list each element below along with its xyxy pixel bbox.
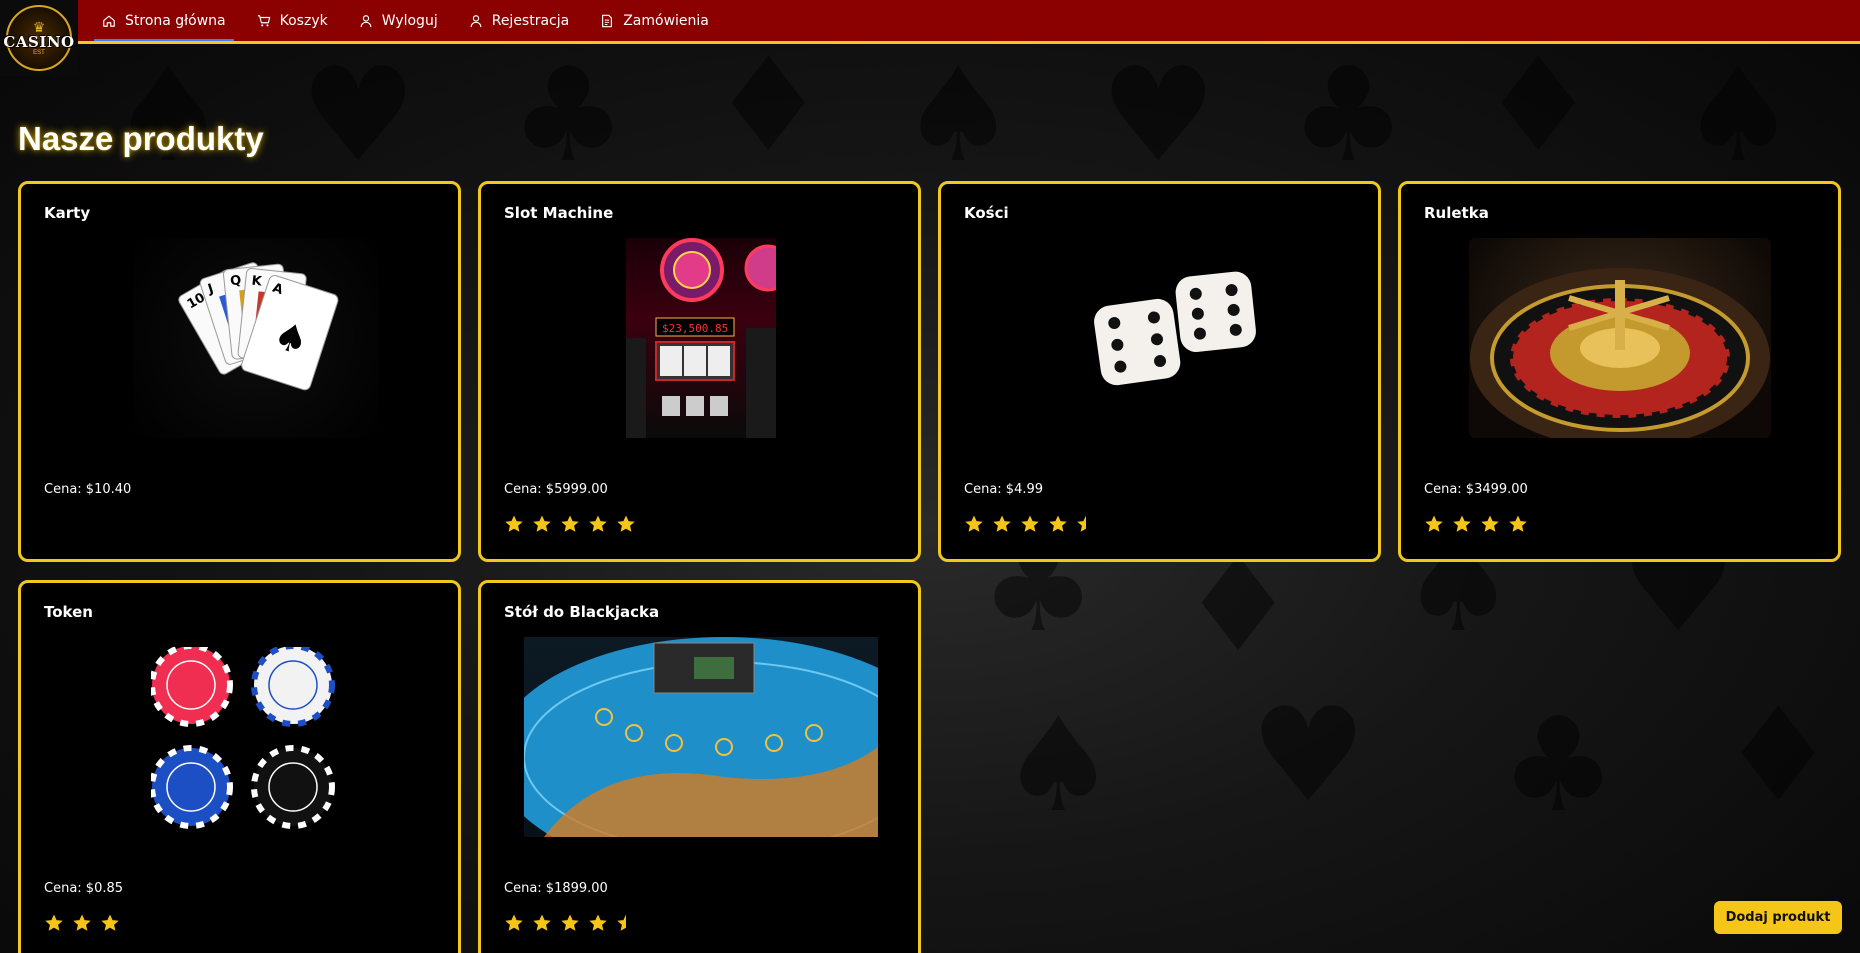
nav-item-logout[interactable]: Wyloguj [351, 0, 446, 41]
home-icon [103, 15, 115, 27]
product-card[interactable]: Ruletka Cena: $3499.00 [1398, 181, 1841, 562]
add-product-button[interactable]: Dodaj produkt [1714, 901, 1842, 934]
product-name: Karty [44, 204, 91, 222]
user-icon [360, 14, 372, 27]
star-icon [993, 515, 1011, 532]
star-icon [589, 914, 607, 931]
star-icon [1453, 515, 1471, 532]
star-icon [533, 515, 551, 532]
logo-badge: ♛ CASINO EST [3, 5, 75, 71]
star-icon [965, 515, 983, 532]
product-name: Token [44, 603, 93, 621]
rating-stars [504, 913, 636, 933]
product-price: Cena: $1899.00 [504, 881, 608, 896]
star-icon [1509, 515, 1527, 532]
product-card[interactable]: Token Cena: $0.85 [18, 580, 461, 953]
star-icon [45, 914, 63, 931]
casino-chips-image [151, 647, 351, 837]
nav-item-orders[interactable]: Zamówienia [592, 0, 717, 41]
nav-label: Wyloguj [381, 12, 438, 29]
crown-icon: ♛ [32, 18, 46, 35]
page-title: Nasze produkty [18, 120, 264, 157]
blackjack-table-image [524, 637, 878, 837]
star-icon [1049, 515, 1067, 532]
half-star-icon [617, 914, 626, 931]
star-icon [1481, 515, 1499, 532]
product-price: Cena: $10.40 [44, 482, 132, 497]
star-icon [589, 515, 607, 532]
star-icon [505, 515, 523, 532]
product-price: Cena: $3499.00 [1424, 482, 1528, 497]
cart-icon [257, 14, 270, 26]
nav-label: Strona główna [125, 12, 226, 29]
star-icon [561, 914, 579, 931]
document-icon [602, 14, 613, 27]
star-icon [73, 914, 91, 931]
casino-logo[interactable]: ♛ CASINO EST [0, 0, 78, 76]
star-icon [101, 914, 119, 931]
nav-item-cart[interactable]: Koszyk [249, 0, 336, 41]
nav-item-register[interactable]: Rejestracja [461, 0, 578, 41]
product-name: Ruletka [1424, 204, 1489, 222]
star-icon [1425, 515, 1443, 532]
star-icon [533, 914, 551, 931]
half-star-icon [1077, 515, 1086, 532]
top-navbar: Strona główna Koszyk Wyloguj Rejestracja… [0, 0, 1860, 44]
logo-text: CASINO [3, 32, 75, 51]
nav-items: Strona główna Koszyk Wyloguj Rejestracja… [94, 0, 732, 41]
slot-machine-image: $23,500.85 [626, 238, 776, 438]
product-name: Slot Machine [504, 204, 614, 222]
product-price: Cena: $5999.00 [504, 482, 608, 497]
nav-label: Rejestracja [491, 12, 570, 29]
product-card[interactable]: Karty 10♠ J Q K A♠ Cena: $10.40 [18, 181, 461, 562]
user-icon [470, 14, 482, 27]
product-name: Kości [964, 204, 1009, 222]
product-card[interactable]: Kości Cena: $4.99 [938, 181, 1381, 562]
star-icon [1021, 515, 1039, 532]
product-card[interactable]: Stół do Blackjacka Cena: $1899.00 [478, 580, 921, 953]
nav-label: Zamówienia [623, 12, 709, 29]
rating-stars [44, 913, 120, 933]
star-icon [505, 914, 523, 931]
star-icon [617, 515, 635, 532]
roulette-image [1469, 238, 1771, 438]
logo-subtext: EST [33, 50, 45, 57]
svg-text:Q: Q [229, 273, 242, 289]
rating-stars [1424, 514, 1528, 534]
product-name: Stół do Blackjacka [504, 603, 660, 621]
star-icon [561, 515, 579, 532]
rating-stars [504, 514, 636, 534]
playing-cards-image: 10♠ J Q K A♠ [133, 238, 379, 438]
product-price: Cena: $0.85 [44, 881, 124, 896]
svg-text:$23,500.85: $23,500.85 [662, 322, 728, 335]
rating-stars [964, 514, 1096, 534]
nav-label: Koszyk [279, 12, 328, 29]
product-price: Cena: $4.99 [964, 482, 1044, 497]
nav-item-home[interactable]: Strona główna [94, 0, 234, 41]
product-card[interactable]: Slot Machine $23,500.85 Cena: $5999.00 [478, 181, 921, 562]
dice-image [1064, 238, 1264, 438]
